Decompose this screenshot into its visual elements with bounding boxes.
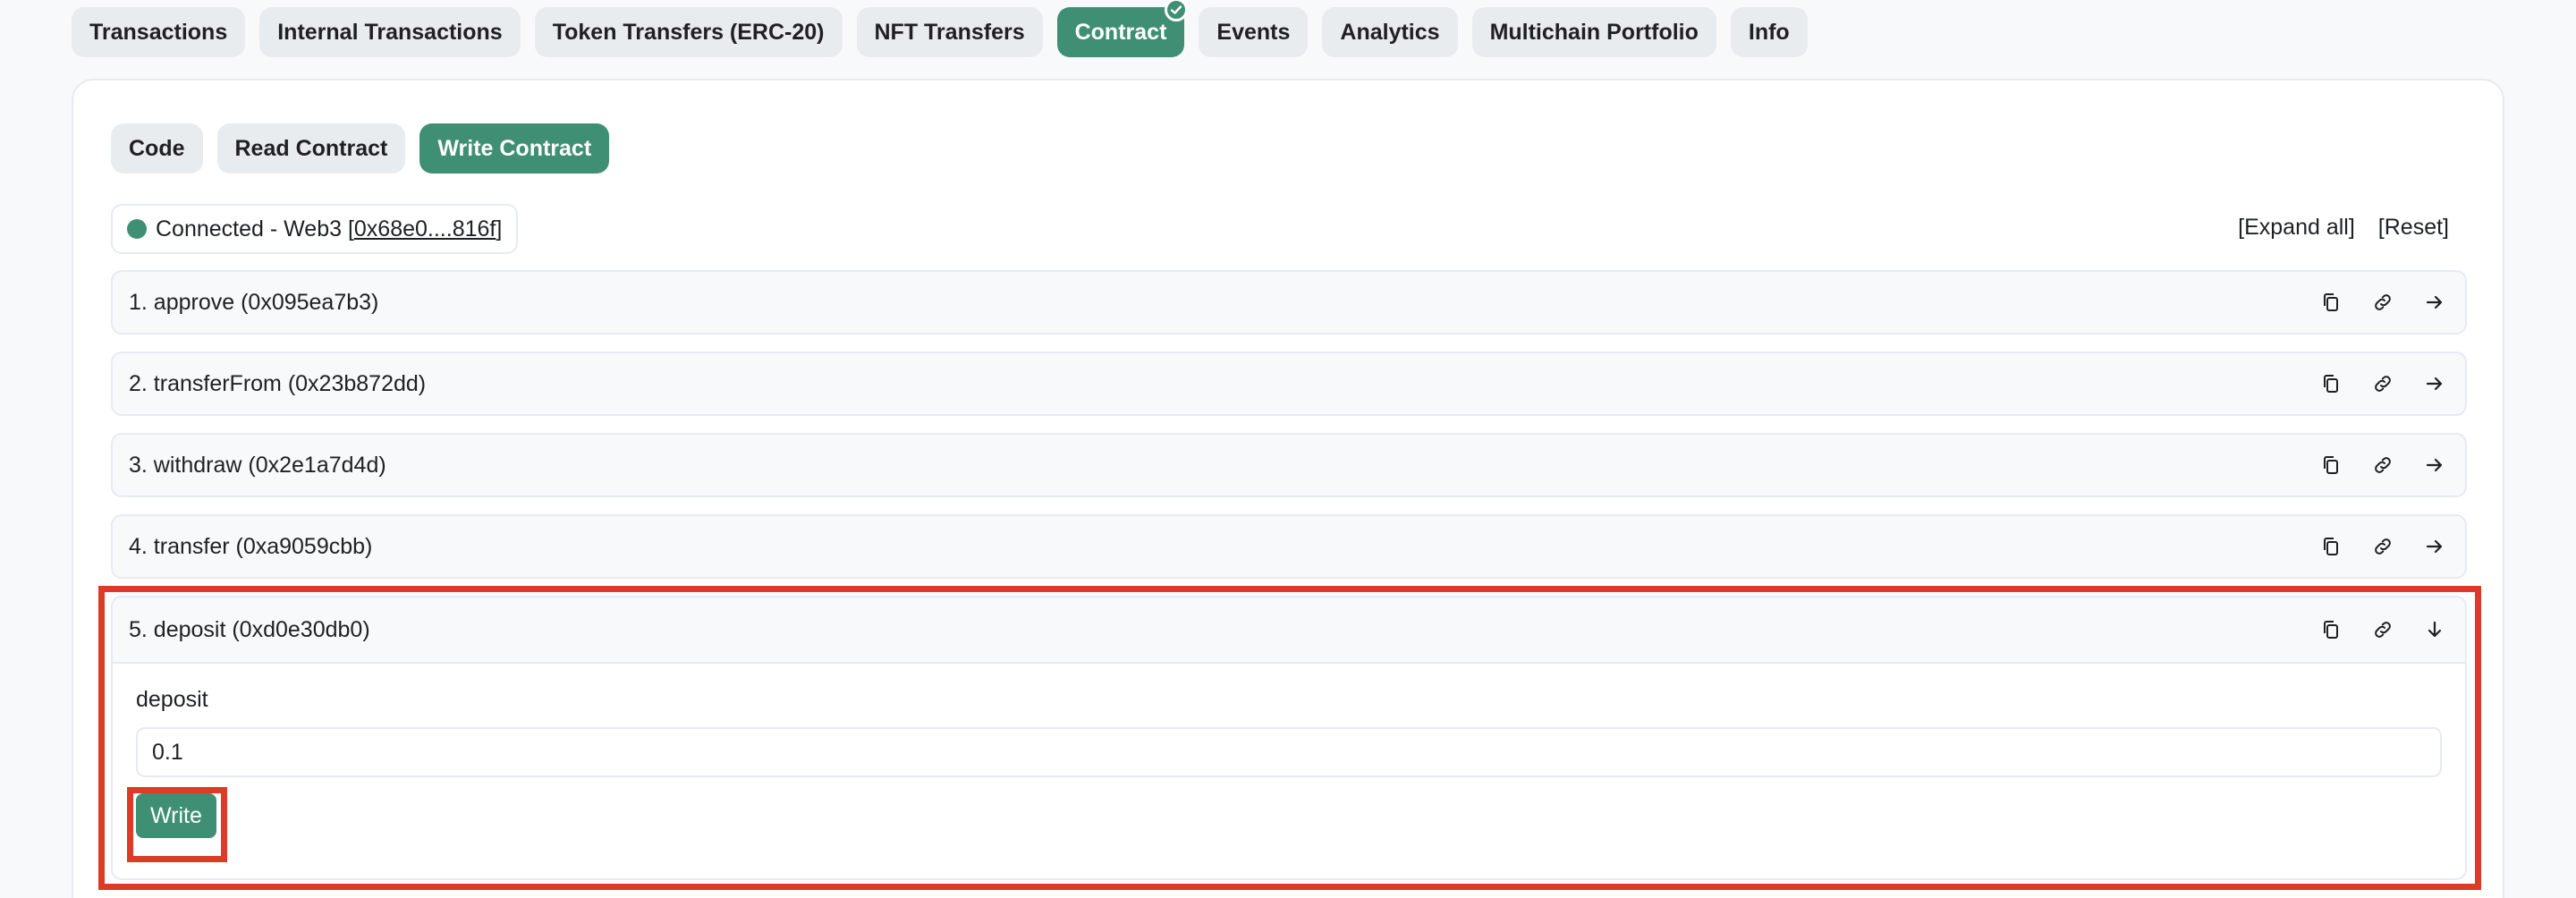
tab-internal-transactions[interactable]: Internal Transactions xyxy=(259,7,521,57)
check-icon xyxy=(1165,0,1189,21)
tab-events[interactable]: Events xyxy=(1199,7,1309,57)
link-icon[interactable] xyxy=(2372,536,2394,557)
arrow-right-icon[interactable] xyxy=(2424,373,2445,394)
function-icons xyxy=(2320,373,2445,394)
page: Transactions Internal Transactions Token… xyxy=(0,0,2576,898)
function-label: 2. transferFrom (0x23b872dd) xyxy=(129,370,427,396)
link-icon[interactable] xyxy=(2372,454,2394,476)
function-panel-deposit: 5. deposit (0xd0e30db0) deposit Write xyxy=(111,596,2467,880)
tab-token-transfers[interactable]: Token Transfers (ERC-20) xyxy=(534,7,843,57)
subtab-write-contract[interactable]: Write Contract xyxy=(419,123,610,174)
write-button[interactable]: Write xyxy=(136,793,216,838)
contract-card: Code Read Contract Write Contract Connec… xyxy=(72,79,2504,898)
function-icons xyxy=(2320,454,2445,476)
function-label: 4. transfer (0xa9059cbb) xyxy=(129,533,373,559)
contract-sub-tabs: Code Read Contract Write Contract xyxy=(111,123,610,174)
link-icon[interactable] xyxy=(2372,373,2394,394)
copy-icon[interactable] xyxy=(2320,536,2342,557)
function-row-transfer[interactable]: 4. transfer (0xa9059cbb) xyxy=(111,514,2467,579)
tab-nft-transfers[interactable]: NFT Transfers xyxy=(856,7,1043,57)
arrow-right-icon[interactable] xyxy=(2424,292,2445,313)
wallet-address-link[interactable]: 0x68e0....816f xyxy=(354,216,496,241)
function-label: 5. deposit (0xd0e30db0) xyxy=(129,616,370,642)
function-row-transferfrom[interactable]: 2. transferFrom (0x23b872dd) xyxy=(111,352,2467,416)
write-function-list: 1. approve (0x095ea7b3) 2. transferFrom … xyxy=(111,270,2467,880)
tab-contract-label: Contract xyxy=(1074,19,1167,45)
expand-all-link[interactable]: [Expand all] xyxy=(2238,215,2355,241)
arrow-right-icon[interactable] xyxy=(2424,536,2445,557)
deposit-field-label: deposit xyxy=(136,687,208,712)
tab-analytics[interactable]: Analytics xyxy=(1322,7,1458,57)
subtab-read-contract[interactable]: Read Contract xyxy=(216,123,406,174)
top-tab-bar: Transactions Internal Transactions Token… xyxy=(72,0,1808,57)
copy-icon[interactable] xyxy=(2320,619,2342,640)
tab-transactions[interactable]: Transactions xyxy=(72,7,246,57)
arrow-right-icon[interactable] xyxy=(2424,454,2445,476)
copy-icon[interactable] xyxy=(2320,373,2342,394)
function-actions: [Expand all] [Reset] xyxy=(2238,215,2449,241)
connected-dot-icon xyxy=(127,219,147,239)
wallet-connection-status[interactable]: Connected - Web3 [0x68e0....816f] xyxy=(111,204,519,254)
tab-contract[interactable]: Contract xyxy=(1056,0,1189,57)
connection-status-text: Connected - Web3 [ xyxy=(156,216,354,241)
copy-icon[interactable] xyxy=(2320,454,2342,476)
function-row-deposit[interactable]: 5. deposit (0xd0e30db0) xyxy=(113,597,2465,664)
deposit-amount-input[interactable] xyxy=(136,727,2442,777)
function-label: 1. approve (0x095ea7b3) xyxy=(129,289,379,315)
function-label: 3. withdraw (0x2e1a7d4d) xyxy=(129,452,386,478)
copy-icon[interactable] xyxy=(2320,292,2342,313)
function-row-withdraw[interactable]: 3. withdraw (0x2e1a7d4d) xyxy=(111,433,2467,497)
arrow-down-icon[interactable] xyxy=(2424,619,2445,640)
link-icon[interactable] xyxy=(2372,292,2394,313)
connection-suffix: ] xyxy=(496,216,503,241)
link-icon[interactable] xyxy=(2372,619,2394,640)
tab-multichain-portfolio[interactable]: Multichain Portfolio xyxy=(1471,7,1716,57)
deposit-form: deposit Write xyxy=(113,664,2465,878)
function-icons xyxy=(2320,292,2445,313)
reset-link[interactable]: [Reset] xyxy=(2378,215,2449,241)
tab-info[interactable]: Info xyxy=(1730,7,1808,57)
function-row-approve[interactable]: 1. approve (0x095ea7b3) xyxy=(111,270,2467,335)
function-icons xyxy=(2320,536,2445,557)
function-icons xyxy=(2320,619,2445,640)
subtab-code[interactable]: Code xyxy=(111,123,203,174)
